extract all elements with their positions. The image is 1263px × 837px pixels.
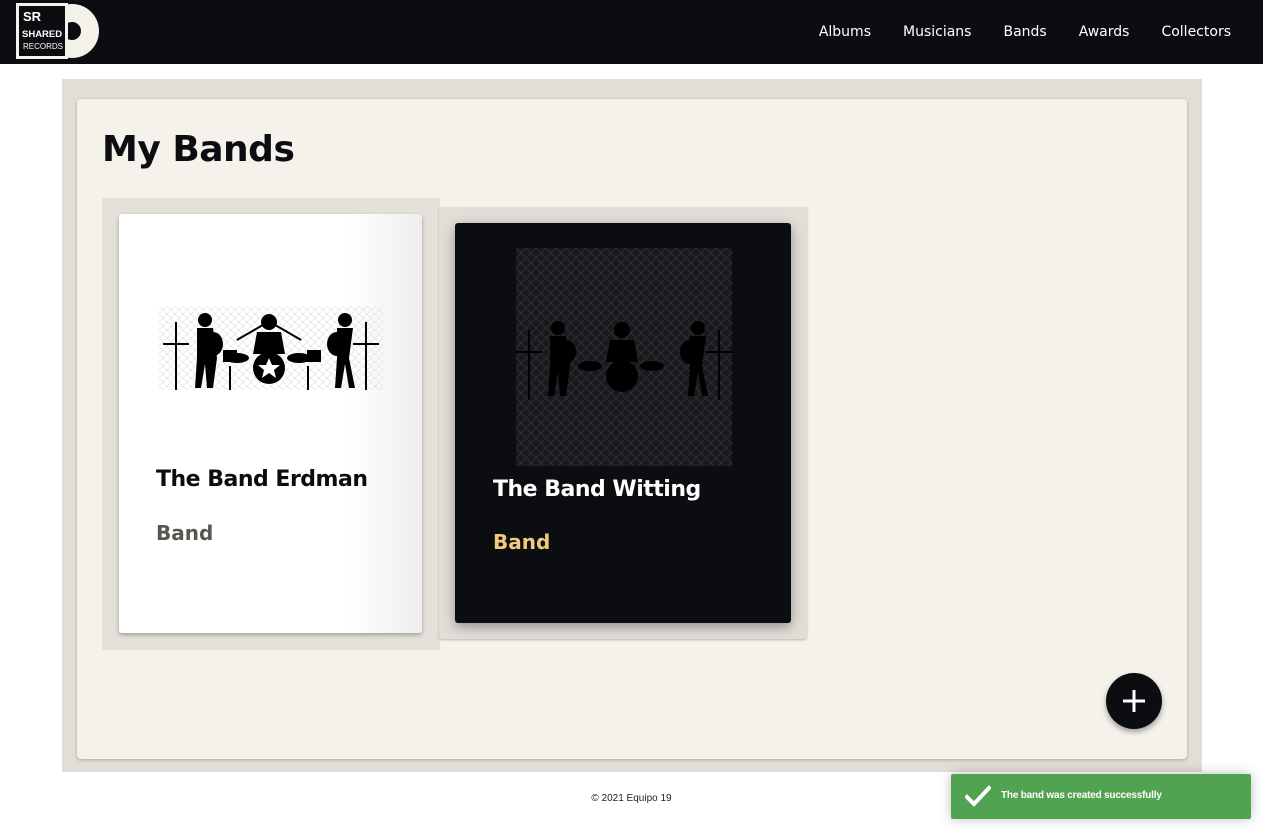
add-band-button[interactable] bbox=[1106, 673, 1162, 729]
svg-text:SHARED: SHARED bbox=[22, 29, 62, 40]
band-silhouette-icon bbox=[516, 248, 732, 466]
band-type: Band bbox=[156, 521, 214, 545]
main-nav: Albums Musicians Bands Awards Collectors bbox=[819, 0, 1231, 64]
navbar: SR SHARED RECORDS Albums Musicians Bands… bbox=[0, 0, 1263, 64]
band-card[interactable]: The Band Witting Band bbox=[455, 223, 791, 623]
nav-bands[interactable]: Bands bbox=[1003, 24, 1046, 40]
svg-text:SR: SR bbox=[23, 9, 42, 24]
card-container: The Band Erdman Band bbox=[102, 198, 440, 650]
nav-albums[interactable]: Albums bbox=[819, 24, 871, 40]
nav-musicians[interactable]: Musicians bbox=[903, 24, 971, 40]
bands-panel: My Bands The Band Erdman Band The Band W… bbox=[77, 99, 1187, 759]
page-title: My Bands bbox=[102, 129, 295, 170]
band-name: The Band Witting bbox=[493, 477, 701, 502]
card-container: The Band Witting Band bbox=[439, 207, 807, 639]
shared-records-logo[interactable]: SR SHARED RECORDS bbox=[16, 3, 100, 59]
nav-collectors[interactable]: Collectors bbox=[1161, 24, 1231, 40]
nav-awards[interactable]: Awards bbox=[1079, 24, 1130, 40]
band-card[interactable]: The Band Erdman Band bbox=[119, 214, 422, 633]
plus-icon bbox=[1123, 690, 1145, 712]
svg-text:RECORDS: RECORDS bbox=[23, 42, 63, 51]
band-silhouette-icon bbox=[159, 306, 383, 392]
content-area: My Bands The Band Erdman Band The Band W… bbox=[62, 79, 1202, 772]
toast-message: The band was created successfully bbox=[1001, 790, 1162, 801]
band-name: The Band Erdman bbox=[156, 467, 368, 492]
band-type: Band bbox=[493, 530, 551, 554]
check-icon bbox=[964, 784, 992, 813]
success-toast[interactable]: The band was created successfully bbox=[951, 774, 1251, 819]
